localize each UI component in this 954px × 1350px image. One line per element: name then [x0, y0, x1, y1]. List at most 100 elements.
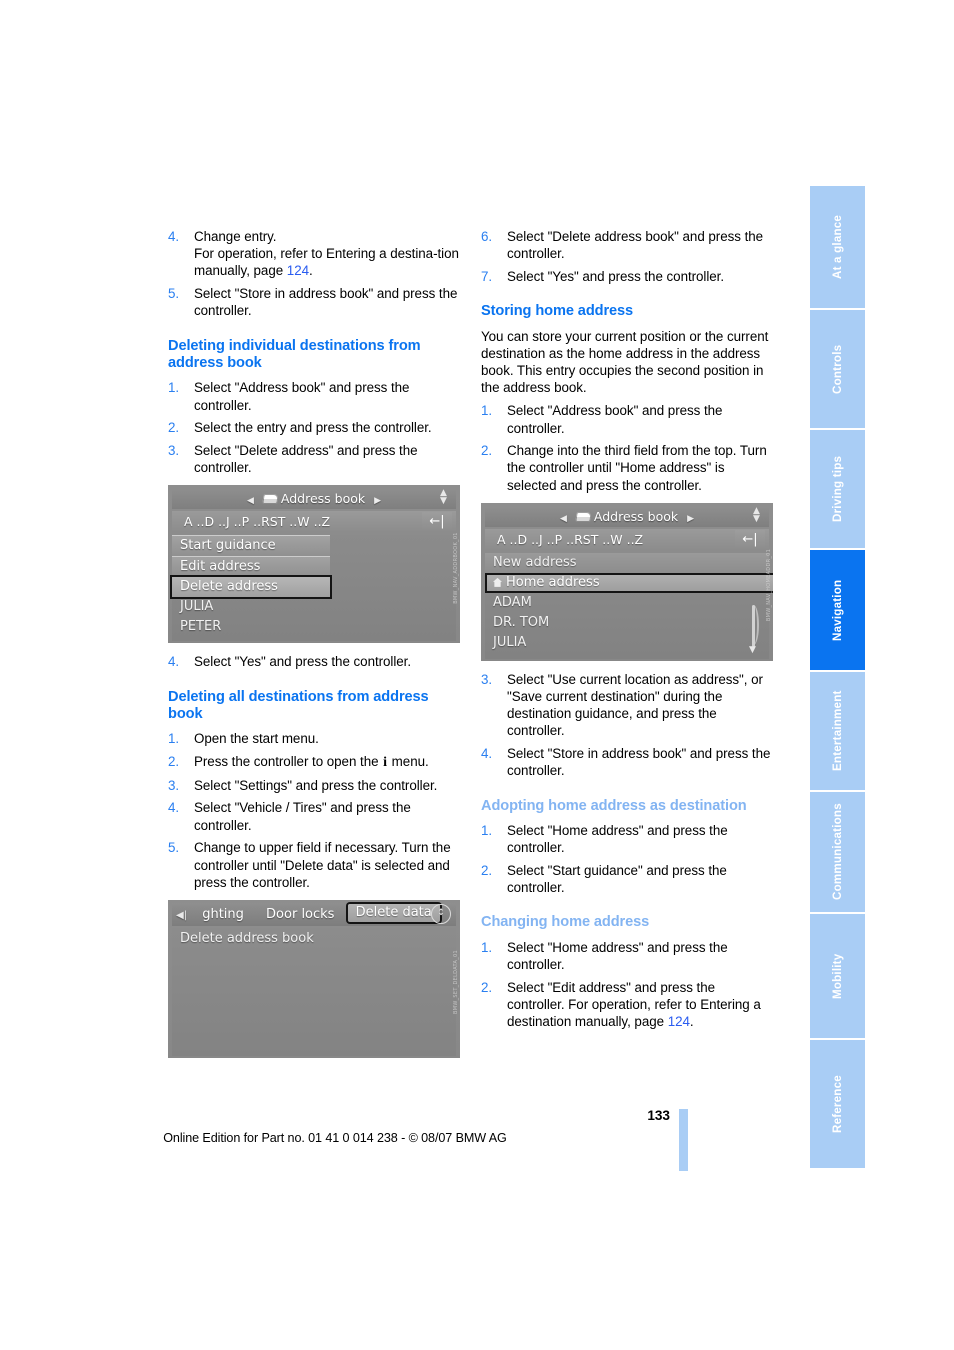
list-text: Select "Yes" and press the controller. [507, 268, 725, 284]
settings-body: Delete address book [172, 927, 456, 1056]
scroll-thumb[interactable] [752, 604, 755, 647]
storing-home-paragraph: You can store your current position or t… [481, 328, 769, 396]
list-text: Select "Home address" and press the cont… [507, 822, 728, 856]
list-text: Select "Yes" and press the controller. [194, 654, 412, 670]
adopting-home-steps: 1. Select "Home address" and press the c… [481, 822, 773, 896]
page-reference[interactable]: 124 [287, 263, 309, 278]
address-book-list: New address Home address ADAM DR. TOM JU… [485, 552, 773, 659]
footer-accent-bar [679, 1109, 688, 1171]
list-item: 4. Select "Yes" and press the controller… [168, 653, 460, 670]
list-item[interactable]: DR. TOM [485, 613, 769, 633]
context-menu-item-delete-address[interactable]: Delete address [172, 577, 330, 598]
list-item: 7. Select "Yes" and press the controller… [481, 268, 773, 285]
context-menu-item-start-guidance[interactable]: Start guidance [172, 535, 330, 557]
list-number: 2. [168, 754, 180, 770]
page-footer: 133 Online Edition for Part no. 01 41 0 … [0, 1108, 954, 1178]
list-number: 4. [481, 746, 493, 762]
footer-edition-note: Online Edition for Part no. 01 41 0 014 … [163, 1131, 507, 1145]
sidebar-item-at-a-glance[interactable]: At a glance [810, 186, 865, 310]
list-item: 3. Select "Delete address" and press the… [168, 442, 460, 476]
tab-label: Navigation [831, 579, 844, 641]
manual-page: 4. Change entry. For operation, refer to… [0, 0, 954, 1350]
sidebar-item-driving-tips[interactable]: Driving tips [810, 430, 865, 550]
list-text: Open the start menu. [194, 731, 319, 747]
list-item[interactable]: PETER [172, 617, 456, 637]
next-arrow-icon: ▶ [374, 496, 382, 507]
list-item[interactable]: Delete address book [172, 928, 456, 949]
delete-individual-step-4: 4. Select "Yes" and press the controller… [168, 653, 460, 670]
list-text: Change into the third field from the top… [507, 443, 767, 493]
list-text: Select "Delete address book" and press t… [507, 229, 764, 262]
list-item-new-address[interactable]: New address [485, 552, 769, 573]
changing-home-steps: 1. Select "Home address" and press the c… [481, 939, 773, 1031]
list-item-home-address[interactable]: Home address [485, 572, 773, 593]
list-item[interactable]: ADAM [485, 593, 769, 613]
right-steps-continued: 6. Select "Delete address book" and pres… [481, 228, 773, 285]
back-button[interactable]: ←| [735, 529, 765, 549]
heading-storing-home-address: Storing home address [481, 303, 634, 320]
list-text: Select "Store in address book" and press… [194, 286, 458, 319]
screenshot-address-book-delete: ◀ Address book ▶ ▲ ▼ A ..D ..J ..P ..RST … [168, 485, 460, 644]
list-item-label: Home address [506, 574, 600, 590]
tab-delete-data[interactable]: Delete data [347, 903, 440, 922]
list-text: Select "Delete address" and press the co… [194, 442, 418, 476]
page-reference[interactable]: 124 [668, 1014, 690, 1029]
heading-changing-home-address: Changing home address [481, 914, 650, 931]
list-number: 4. [168, 654, 180, 670]
right-column: 6. Select "Delete address book" and pres… [481, 228, 773, 1036]
list-text: Select "Address book" and press the cont… [507, 403, 723, 436]
list-item[interactable]: JULIA [485, 633, 769, 653]
list-text: Select "Use current location as address"… [507, 671, 763, 739]
left-steps-continued: 4. Change entry. For operation, refer to… [168, 228, 460, 320]
figure-id-watermark: BMW_NAV_ADDRBOOK_01 [453, 531, 459, 604]
list-item: 1. Select "Home address" and press the c… [481, 822, 773, 856]
list-item: 2. Select the entry and press the contro… [168, 419, 460, 436]
list-number: 6. [481, 229, 493, 244]
settings-tab-bar: ◀| ghting Door locks Delete data [172, 902, 456, 927]
context-menu-item-edit-address[interactable]: Edit address [172, 556, 330, 578]
delete-individual-steps: 1. Select "Address book" and press the c… [168, 379, 460, 476]
list-number: 2. [168, 420, 180, 436]
tab-lighting[interactable]: ghting [193, 907, 253, 922]
list-item: 3. Select "Use current location as addre… [481, 671, 773, 740]
list-text: Select "Vehicle / Tires" and press the c… [194, 800, 411, 833]
page-number: 133 [647, 1108, 670, 1123]
scroll-updown-icon: ▲ ▼ [753, 505, 760, 524]
list-item: 2. Select "Start guidance" and press the… [481, 862, 773, 896]
scrollbar[interactable]: ▼ [749, 604, 759, 655]
sidebar-item-controls[interactable]: Controls [810, 310, 865, 430]
list-item[interactable]: JULIA [172, 597, 456, 617]
list-number: 4. [168, 229, 180, 244]
list-item: 1. Open the start menu. [168, 730, 460, 747]
screen-title-bar: ◀ Address book ▶ [172, 488, 456, 510]
list-text: Press the controller to open the i menu. [194, 754, 429, 771]
list-text: Change to upper field if necessary. Turn… [194, 840, 451, 890]
sidebar-item-entertainment[interactable]: Entertainment [810, 672, 865, 792]
alphabet-filter-bar[interactable]: A ..D ..J ..P ..RST ..W ..Z [485, 528, 769, 550]
scroll-updown-icon: ▲ ▼ [440, 488, 447, 507]
scroll-updown-icon: ↕ [431, 903, 451, 924]
heading-adopting-home-address: Adopting home address as destination [481, 797, 747, 814]
list-text: Select "Store in address book" and press… [507, 746, 771, 779]
scroll-down-icon[interactable]: ▼ [749, 645, 756, 655]
list-number: 1. [481, 939, 493, 955]
list-number: 2. [481, 443, 493, 459]
prev-arrow-icon[interactable]: ◀| [172, 904, 189, 927]
home-icon [493, 577, 502, 587]
list-number: 7. [481, 268, 493, 284]
sidebar-item-navigation[interactable]: Navigation [810, 550, 865, 672]
sidebar-item-communications[interactable]: Communications [810, 792, 865, 914]
tab-label: Driving tips [831, 455, 844, 523]
list-number: 3. [481, 671, 493, 687]
list-item: 4. Select "Vehicle / Tires" and press th… [168, 799, 460, 833]
list-text: Select the entry and press the controlle… [194, 420, 432, 436]
chapter-tab-rail: At a glance Controls Driving tips Naviga… [810, 186, 865, 1170]
list-number: 1. [168, 380, 180, 396]
tab-label: Mobility [831, 953, 844, 999]
back-button[interactable]: ←| [422, 512, 452, 532]
alphabet-filter-bar[interactable]: A ..D ..J ..P ..RST ..W ..Z [172, 511, 456, 533]
prev-arrow-icon: ◀ [559, 513, 567, 524]
tab-door-locks[interactable]: Door locks [257, 907, 343, 922]
sidebar-item-mobility[interactable]: Mobility [810, 914, 865, 1040]
storing-home-steps: 1. Select "Address book" and press the c… [481, 402, 773, 494]
